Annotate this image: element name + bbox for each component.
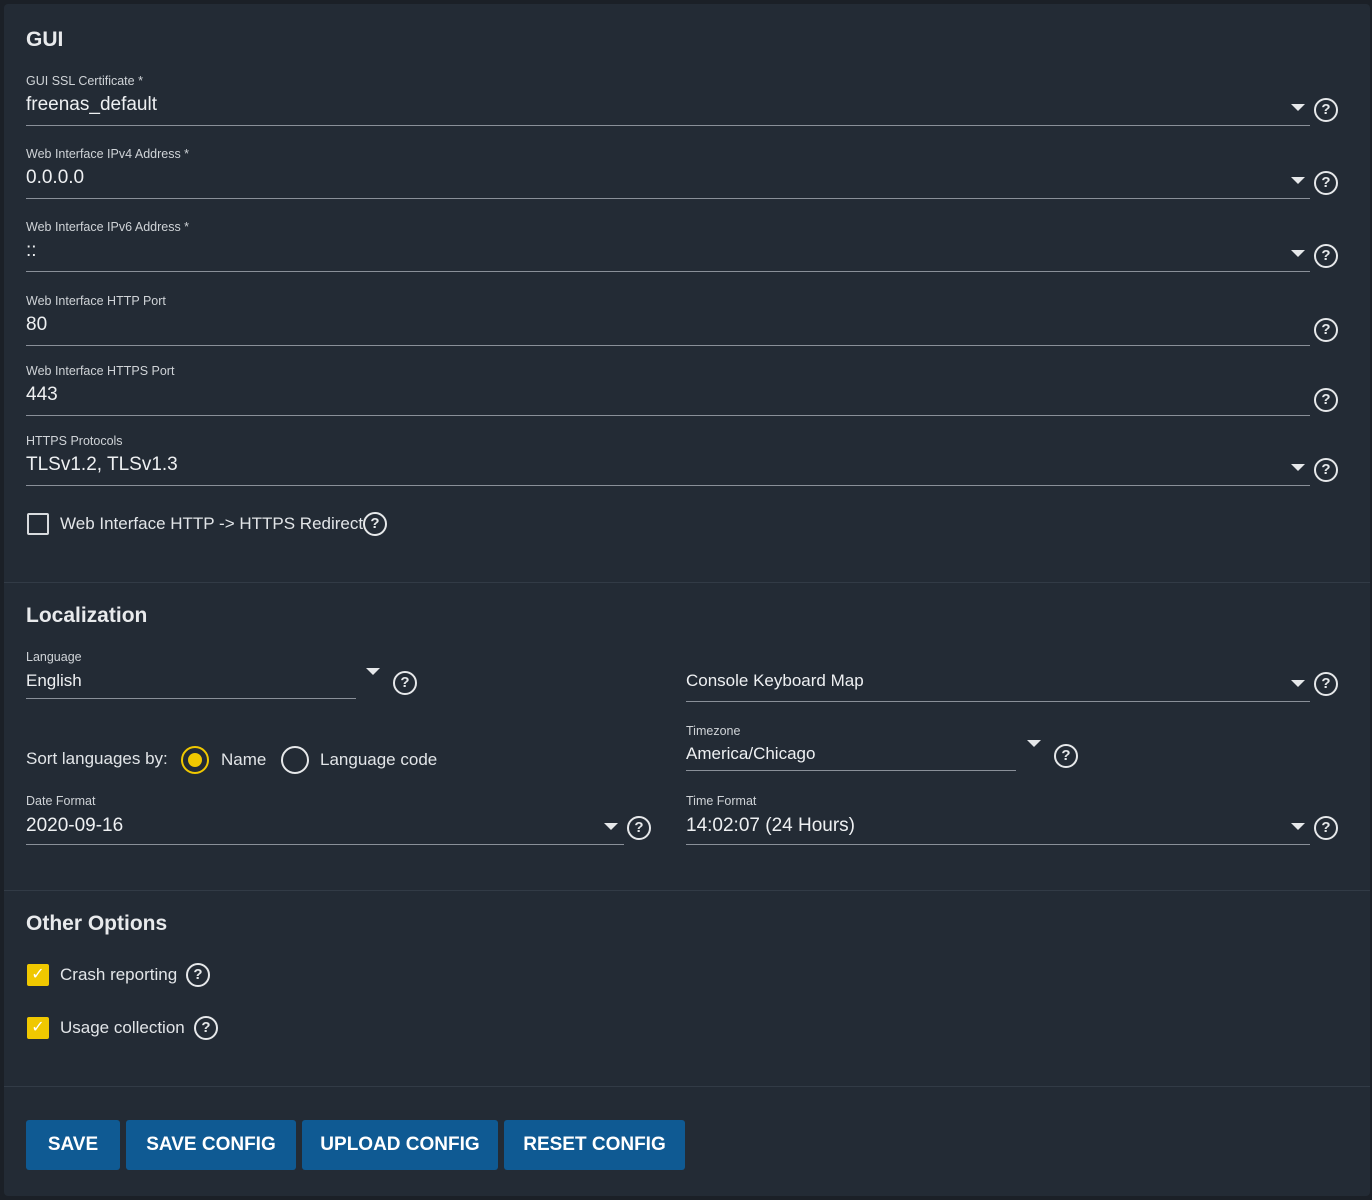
usage-collection-checkbox[interactable]: ✓ <box>27 1017 49 1039</box>
date-format-label: Date Format <box>26 794 96 808</box>
sort-by-name-label: Name <box>221 750 267 769</box>
save-button[interactable]: SAVE <box>26 1120 120 1170</box>
sort-by-name-radio[interactable] <box>181 746 209 774</box>
sort-languages-label: Sort languages by: <box>26 749 168 768</box>
crash-reporting-label: Crash reporting <box>60 965 178 984</box>
chevron-down-icon[interactable] <box>1291 464 1305 471</box>
help-icon[interactable]: ? <box>393 671 417 695</box>
sort-by-code-radio[interactable] <box>281 746 309 774</box>
help-icon[interactable]: ? <box>1314 816 1338 840</box>
https-protocols-select[interactable]: TLSv1.2, TLSv1.3 <box>26 454 1310 476</box>
time-format-select[interactable]: 14:02:07 (24 Hours) <box>686 815 855 837</box>
field-label: Web Interface HTTPS Port <box>26 364 175 378</box>
chevron-down-icon[interactable] <box>1027 740 1041 747</box>
https-port-input[interactable]: 443 <box>26 384 1310 406</box>
field-underline <box>26 345 1310 346</box>
help-icon[interactable]: ? <box>627 816 651 840</box>
chevron-down-icon[interactable] <box>1291 823 1305 830</box>
field-underline <box>686 701 1310 702</box>
chevron-down-icon[interactable] <box>1291 177 1305 184</box>
upload-config-button[interactable]: UPLOAD CONFIG <box>302 1120 498 1170</box>
help-icon[interactable]: ? <box>1314 98 1338 122</box>
divider <box>4 890 1370 891</box>
localization-section-title: Localization <box>26 604 148 627</box>
help-icon[interactable]: ? <box>1314 171 1338 195</box>
console-keyboard-map-select[interactable]: Console Keyboard Map <box>686 671 864 691</box>
language-label: Language <box>26 650 82 664</box>
field-label: Web Interface IPv4 Address * <box>26 147 190 161</box>
help-icon[interactable]: ? <box>186 963 210 987</box>
help-icon[interactable]: ? <box>1314 458 1338 482</box>
reset-config-button[interactable]: RESET CONFIG <box>504 1120 685 1170</box>
field-underline <box>26 844 624 845</box>
field-underline <box>26 125 1310 126</box>
field-label: Web Interface IPv6 Address * <box>26 220 190 234</box>
help-icon[interactable]: ? <box>363 512 387 536</box>
help-icon[interactable]: ? <box>1054 744 1078 768</box>
ipv4-address-select[interactable]: 0.0.0.0 <box>26 167 1310 189</box>
ipv6-address-select[interactable]: :: <box>26 240 1310 262</box>
help-icon[interactable]: ? <box>194 1016 218 1040</box>
ssl-certificate-select[interactable]: freenas_default <box>26 94 1310 116</box>
crash-reporting-checkbox[interactable]: ✓ <box>27 964 49 986</box>
help-icon[interactable]: ? <box>1314 672 1338 696</box>
time-format-label: Time Format <box>686 794 757 808</box>
usage-collection-label: Usage collection <box>60 1018 185 1037</box>
field-underline <box>686 770 1016 771</box>
field-underline <box>26 698 356 699</box>
https-redirect-label: Web Interface HTTP -> HTTPS Redirect <box>60 514 364 533</box>
help-icon[interactable]: ? <box>1314 388 1338 412</box>
chevron-down-icon[interactable] <box>1291 680 1305 687</box>
chevron-down-icon[interactable] <box>366 668 380 675</box>
chevron-down-icon[interactable] <box>1291 250 1305 257</box>
http-port-input[interactable]: 80 <box>26 314 1310 336</box>
help-icon[interactable]: ? <box>1314 244 1338 268</box>
field-label: Web Interface HTTP Port <box>26 294 166 308</box>
other-options-title: Other Options <box>26 912 168 935</box>
field-underline <box>26 415 1310 416</box>
gui-section-title: GUI <box>26 28 64 51</box>
save-config-button[interactable]: SAVE CONFIG <box>126 1120 296 1170</box>
sort-by-code-label: Language code <box>320 750 438 769</box>
language-select[interactable]: English <box>26 671 82 691</box>
field-underline <box>26 198 1310 199</box>
settings-panel: GUI GUI SSL Certificate * freenas_defaul… <box>4 4 1370 1196</box>
date-format-select[interactable]: 2020-09-16 <box>26 815 123 837</box>
field-underline <box>686 844 1310 845</box>
divider <box>4 1086 1370 1087</box>
chevron-down-icon[interactable] <box>1291 104 1305 111</box>
field-underline <box>26 271 1310 272</box>
field-underline <box>26 485 1310 486</box>
timezone-select[interactable]: America/Chicago <box>686 744 815 764</box>
field-label: HTTPS Protocols <box>26 434 123 448</box>
divider <box>4 582 1370 583</box>
chevron-down-icon[interactable] <box>604 823 618 830</box>
help-icon[interactable]: ? <box>1314 318 1338 342</box>
https-redirect-checkbox[interactable] <box>27 513 49 535</box>
field-label: GUI SSL Certificate * <box>26 74 143 88</box>
timezone-label: Timezone <box>686 724 741 738</box>
